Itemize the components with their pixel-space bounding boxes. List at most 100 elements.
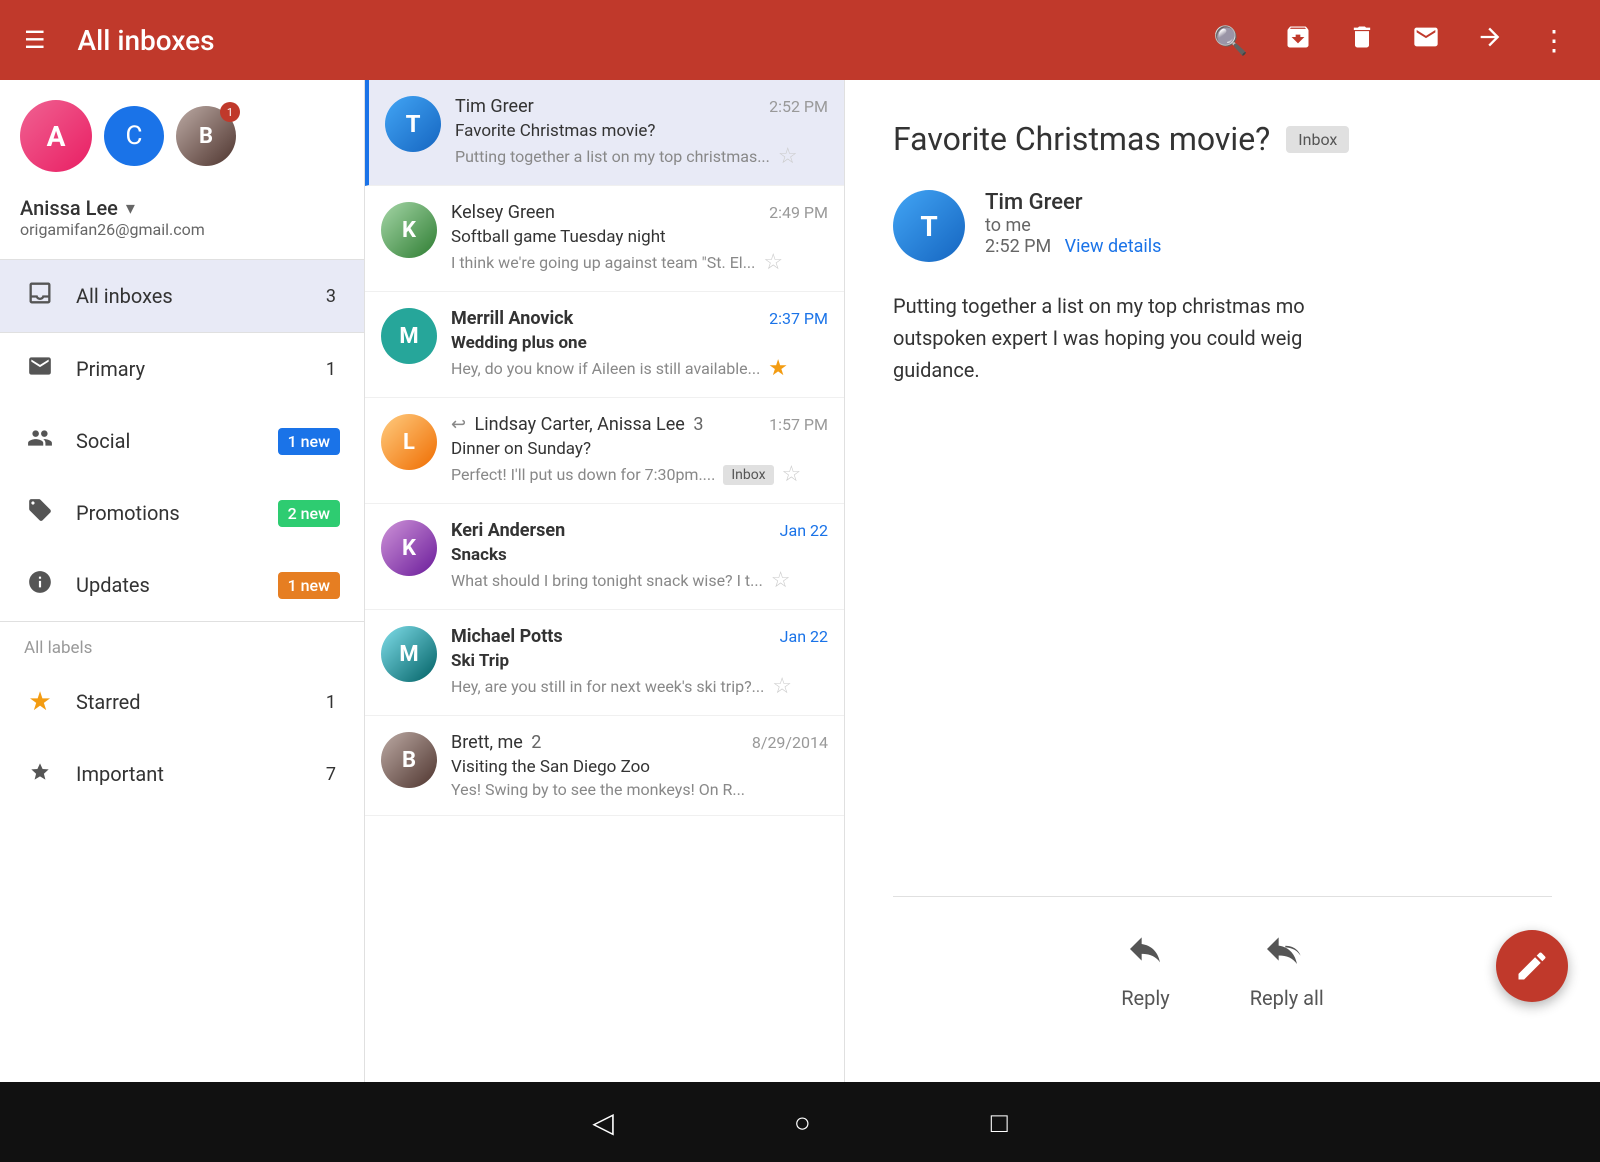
email-preview-1: Putting together a list on my top christ…	[455, 144, 828, 169]
email-item-2[interactable]: K Kelsey Green 2:49 PM Softball game Tue…	[365, 186, 844, 292]
email-avatar-2: K	[381, 202, 437, 258]
detail-actions: Reply Reply all	[893, 896, 1552, 1042]
email-preview-2: I think we're going up against team "St.…	[451, 250, 828, 275]
home-nav-icon[interactable]: ○	[794, 1106, 811, 1139]
email-time-1: 2:52 PM	[769, 97, 828, 116]
view-details-link[interactable]: View details	[1065, 236, 1162, 257]
nav-item-starred[interactable]: ★ Starred 1	[0, 666, 364, 738]
detail-sender-avatar: T	[893, 190, 965, 262]
nav-item-promotions[interactable]: Promotions 2 new	[0, 477, 364, 549]
all-inboxes-icon	[24, 279, 56, 313]
email-item-6[interactable]: M Michael Potts Jan 22 Ski Trip Hey, are…	[365, 610, 844, 716]
avatar-badge: 1	[220, 102, 240, 122]
reply-button[interactable]: Reply	[1121, 929, 1170, 1010]
main-area: A C B 1 Anissa Lee ▾ origamifan26@gmail.…	[0, 80, 1600, 1082]
nav-label-all-inboxes: All inboxes	[76, 284, 306, 308]
recents-nav-icon[interactable]: □	[991, 1106, 1008, 1139]
nav-count-all-inboxes: 3	[326, 286, 336, 307]
nav-item-important[interactable]: Important 7	[0, 738, 364, 810]
reply-all-button[interactable]: Reply all	[1250, 929, 1324, 1010]
account-name: Anissa Lee	[20, 196, 118, 220]
email-content-6: Michael Potts Jan 22 Ski Trip Hey, are y…	[451, 626, 828, 699]
hamburger-icon[interactable]: ☰	[24, 26, 46, 54]
nav-label-social: Social	[76, 429, 258, 453]
email-item-5[interactable]: K Keri Andersen Jan 22 Snacks What shoul…	[365, 504, 844, 610]
email-content-1: Tim Greer 2:52 PM Favorite Christmas mov…	[455, 96, 828, 169]
nav-item-primary[interactable]: Primary 1	[0, 333, 364, 405]
email-list: T Tim Greer 2:52 PM Favorite Christmas m…	[365, 80, 845, 1082]
email-item-7[interactable]: B Brett, me 2 8/29/2014 Visiting the San…	[365, 716, 844, 816]
email-star-5[interactable]: ☆	[771, 568, 791, 593]
avatar-primary[interactable]: A	[20, 100, 92, 172]
email-subject-3: Wedding plus one	[451, 333, 828, 353]
email-content-2: Kelsey Green 2:49 PM Softball game Tuesd…	[451, 202, 828, 275]
account-email: origamifan26@gmail.com	[20, 220, 205, 239]
primary-icon	[24, 353, 56, 385]
nav-count-primary: 1	[326, 359, 336, 380]
avatar-c[interactable]: C	[104, 106, 164, 166]
reply-all-icon	[1267, 929, 1307, 978]
archive-icon[interactable]	[1276, 15, 1320, 66]
delete-icon[interactable]	[1340, 15, 1384, 66]
nav-item-social[interactable]: Social 1 new	[0, 405, 364, 477]
account-dropdown-icon[interactable]: ▾	[126, 198, 135, 219]
detail-sender-time: 2:52 PM View details	[985, 236, 1161, 257]
email-preview-6: Hey, are you still in for next week's sk…	[451, 674, 828, 699]
compose-fab[interactable]	[1496, 930, 1568, 1002]
email-item-4[interactable]: L ↩ Lindsay Carter, Anissa Lee 3 1:57 PM…	[365, 398, 844, 504]
email-sender-1: Tim Greer	[455, 96, 534, 117]
nav-label-important: Important	[76, 762, 306, 786]
nav-count-important: 7	[326, 764, 336, 785]
forward-icon[interactable]	[1468, 15, 1512, 66]
important-icon	[24, 758, 56, 790]
detail-subject-row: Favorite Christmas movie? Inbox	[893, 120, 1552, 158]
email-preview-3: Hey, do you know if Aileen is still avai…	[451, 356, 828, 381]
email-star-1[interactable]: ☆	[778, 144, 798, 169]
detail-sender-info: Tim Greer to me 2:52 PM View details	[985, 190, 1161, 257]
email-content-3: Merrill Anovick 2:37 PM Wedding plus one…	[451, 308, 828, 381]
email-sender-2: Kelsey Green	[451, 202, 555, 223]
email-subject-6: Ski Trip	[451, 651, 828, 671]
email-subject-5: Snacks	[451, 545, 828, 565]
email-item-3[interactable]: M Merrill Anovick 2:37 PM Wedding plus o…	[365, 292, 844, 398]
account-info-row: Anissa Lee ▾ origamifan26@gmail.com	[0, 188, 364, 259]
nav-item-updates[interactable]: Updates 1 new	[0, 549, 364, 621]
email-preview-5: What should I bring tonight snack wise? …	[451, 568, 828, 593]
topbar: ☰ All inboxes 🔍 ⋮	[0, 0, 1600, 80]
detail-subject: Favorite Christmas movie?	[893, 120, 1270, 158]
starred-icon: ★	[24, 687, 56, 717]
email-star-4[interactable]: ☆	[782, 462, 802, 487]
email-inbox-badge-4: Inbox	[723, 465, 773, 485]
more-icon[interactable]: ⋮	[1532, 16, 1576, 65]
search-icon[interactable]: 🔍	[1205, 16, 1256, 65]
nav-badge-promotions: 2 new	[278, 500, 340, 527]
email-item-1[interactable]: T Tim Greer 2:52 PM Favorite Christmas m…	[365, 80, 844, 186]
nav-badge-updates: 1 new	[278, 572, 340, 599]
email-time-3: 2:37 PM	[769, 309, 828, 328]
email-sender-3: Merrill Anovick	[451, 308, 573, 329]
email-star-6[interactable]: ☆	[772, 674, 792, 699]
nav-label-promotions: Promotions	[76, 501, 258, 525]
email-avatar-6: M	[381, 626, 437, 682]
nav-label-updates: Updates	[76, 573, 258, 597]
email-content-7: Brett, me 2 8/29/2014 Visiting the San D…	[451, 732, 828, 799]
nav-item-all-inboxes[interactable]: All inboxes 3	[0, 260, 364, 332]
email-subject-7: Visiting the San Diego Zoo	[451, 757, 828, 777]
promotions-icon	[24, 497, 56, 529]
reply-all-label: Reply all	[1250, 986, 1324, 1010]
email-content-5: Keri Andersen Jan 22 Snacks What should …	[451, 520, 828, 593]
topbar-title: All inboxes	[78, 24, 1186, 57]
email-detail: Favorite Christmas movie? Inbox T Tim Gr…	[845, 80, 1600, 1082]
email-avatar-4: L	[381, 414, 437, 470]
mail-icon[interactable]	[1404, 15, 1448, 66]
nav-label-starred: Starred	[76, 690, 306, 714]
email-time-4: 1:57 PM	[769, 415, 828, 434]
detail-body: Putting together a list on my top christ…	[893, 290, 1552, 848]
detail-sender-name: Tim Greer	[985, 190, 1161, 215]
email-star-2[interactable]: ☆	[763, 250, 783, 275]
back-nav-icon[interactable]: ◁	[592, 1106, 614, 1139]
email-star-3[interactable]: ★	[768, 356, 788, 381]
email-sender-5: Keri Andersen	[451, 520, 565, 541]
reply-label: Reply	[1121, 986, 1170, 1010]
email-subject-4: Dinner on Sunday?	[451, 439, 828, 459]
